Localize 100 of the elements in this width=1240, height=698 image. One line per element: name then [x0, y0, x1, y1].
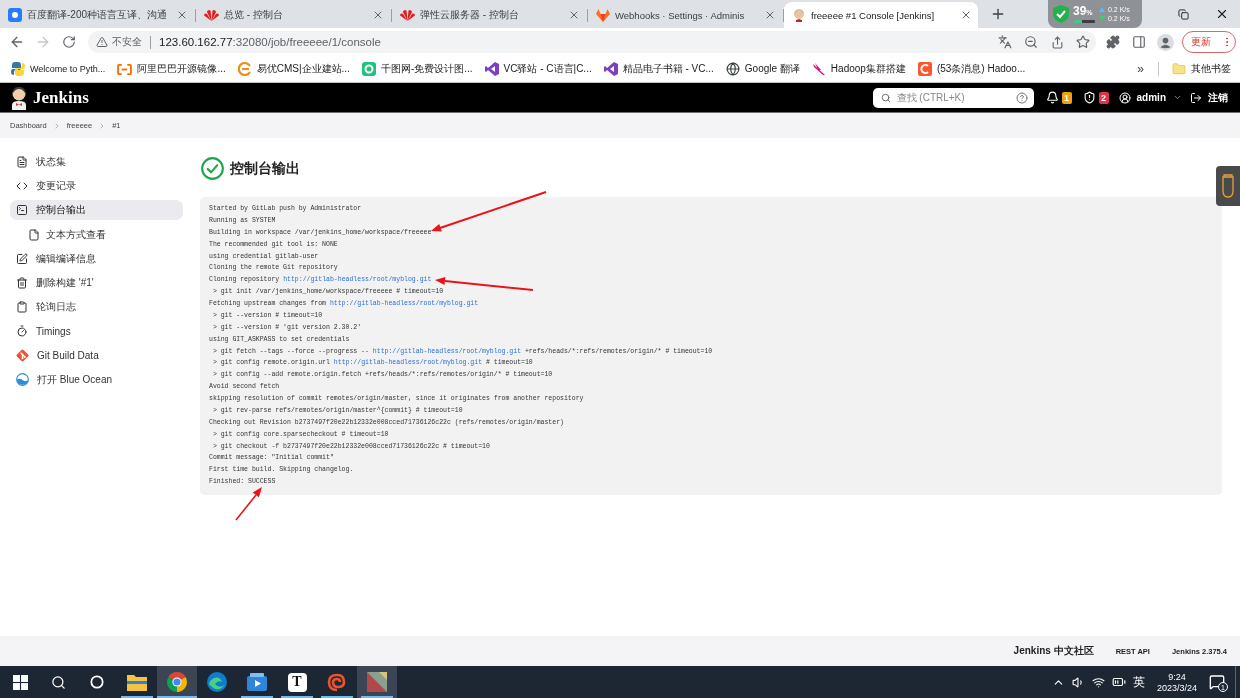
browser-tab[interactable]: freeeee #1 Console [Jenkins]: [784, 2, 978, 28]
browser-tab[interactable]: 百度翻译-200种语言互译、沟通: [0, 2, 194, 28]
bookmark-link[interactable]: Hadoop集群搭建: [808, 62, 909, 76]
bookmark-link[interactable]: Welcome to Pyth...: [8, 62, 109, 76]
close-icon[interactable]: [764, 9, 776, 21]
more-bookmarks-button[interactable]: »: [1133, 62, 1148, 76]
down-triangle-icon: [1099, 16, 1105, 21]
butler-favicon-icon: [792, 8, 806, 22]
battery-icon[interactable]: [1111, 675, 1126, 689]
clipboard-icon: [16, 301, 28, 314]
sidebar-item[interactable]: 删除构建 '#1': [10, 272, 183, 293]
tile-favicon-icon: [8, 8, 22, 22]
start-icon[interactable]: [12, 674, 28, 690]
share-icon[interactable]: [1050, 35, 1064, 49]
timer-icon: [16, 325, 28, 338]
logo-text[interactable]: Jenkins: [33, 87, 89, 108]
search-icon[interactable]: [51, 674, 66, 690]
logout-icon[interactable]: [1190, 91, 1202, 104]
close-icon[interactable]: [960, 9, 972, 21]
search-icon: [880, 92, 891, 103]
bookmark-link[interactable]: 千图网-免费设计图...: [358, 62, 476, 76]
chevron-down-icon[interactable]: [1173, 93, 1182, 102]
browser-tab[interactable]: 弹性云服务器 - 控制台: [392, 2, 586, 28]
warning-icon: [96, 36, 108, 48]
sidebar-item[interactable]: 编辑编译信息: [10, 248, 183, 269]
sidebar-item[interactable]: 文本方式查看: [10, 224, 183, 245]
petals-favicon-icon: [204, 8, 219, 22]
close-icon[interactable]: [372, 9, 384, 21]
git-diamond-icon: [16, 349, 29, 362]
sidebar-item[interactable]: 变更记录: [10, 176, 183, 197]
document-icon: [16, 156, 28, 168]
sidebar-item[interactable]: 轮询日志: [10, 297, 183, 318]
terminal-icon: [16, 204, 28, 217]
butler-logo-icon[interactable]: [10, 85, 28, 110]
petals-favicon-icon: [400, 8, 415, 22]
ribbon-logo-icon: [484, 62, 499, 76]
translate-icon[interactable]: [998, 35, 1012, 49]
clock-time: 9:24: [1168, 671, 1186, 682]
ring-icon[interactable]: [90, 675, 104, 689]
sidebar-item[interactable]: 打开 Blue Ocean: [10, 369, 183, 390]
footer-link[interactable]: Jenkins 中文社区: [1013, 644, 1094, 658]
edit-icon: [16, 252, 28, 265]
document-icon: [28, 228, 40, 241]
swirl-circle-icon: [207, 672, 227, 692]
new-tab-icon[interactable]: [990, 6, 1006, 22]
bookmark-link[interactable]: 精品电子书籍 - VC...: [600, 62, 717, 76]
arc-logo-icon: [917, 62, 932, 76]
update-button[interactable]: 更新: [1182, 31, 1236, 53]
address-bar[interactable]: 不安全 123.60.162.77:32080/job/freeeee/1/console: [88, 31, 1096, 53]
sidebar-item[interactable]: Git Build Data: [10, 345, 183, 366]
side-panel-icon[interactable]: [1132, 35, 1146, 49]
search-field[interactable]: 查找 (CTRL+K): [872, 87, 1034, 108]
bookmark-link[interactable]: 阿里巴巴开源镜像...: [114, 62, 229, 76]
bookmark-link[interactable]: VC驿站 - C语言|C...: [481, 62, 595, 76]
close-icon[interactable]: [176, 9, 188, 21]
square-logo-icon: [361, 62, 376, 76]
taskbar-app[interactable]: [357, 666, 397, 698]
sidebar-item[interactable]: Timings: [10, 321, 183, 342]
folder-icon: [1172, 62, 1186, 76]
shield-alert-icon[interactable]: [1082, 91, 1096, 104]
spiral-icon: [327, 672, 347, 692]
wifi-icon[interactable]: [1092, 675, 1106, 689]
browser-tab[interactable]: 总览 - 控制台: [196, 2, 390, 28]
tricolor-circle-icon: [167, 672, 187, 692]
logout-link[interactable]: 注销: [1208, 90, 1228, 105]
profile-icon[interactable]: [1156, 33, 1174, 51]
zoom-out-icon[interactable]: [1024, 35, 1038, 49]
extensions-icon[interactable]: [1106, 35, 1120, 49]
back-icon[interactable]: [9, 34, 25, 50]
taskbar-app[interactable]: [157, 666, 197, 698]
success-check-icon: [201, 157, 224, 180]
page-title: 控制台输出: [230, 159, 300, 178]
feather-icon: [811, 62, 826, 76]
taskbar-app[interactable]: T: [277, 666, 317, 698]
plug-icon[interactable]: [1216, 166, 1240, 206]
restore-icon[interactable]: [1177, 8, 1189, 20]
input-method-indicator[interactable]: 英: [1132, 673, 1145, 691]
security-chip[interactable]: 不安全: [96, 35, 142, 49]
sidebar-item[interactable]: 控制台输出: [10, 200, 183, 221]
ribbon-logo-icon: [603, 62, 618, 76]
clock-date: 2023/3/24: [1156, 682, 1197, 693]
sidebar-item[interactable]: 状态集: [10, 152, 183, 172]
bracket-logo-icon: [117, 63, 133, 75]
shield-check-icon: [1053, 5, 1069, 23]
close-window-icon[interactable]: [1215, 7, 1229, 21]
close-icon[interactable]: [568, 9, 580, 21]
bookmark-link[interactable]: 易优CMS|企业建站...: [234, 62, 353, 76]
bookmark-link[interactable]: Google 翻译: [722, 62, 803, 76]
usage-meter: [1073, 20, 1095, 23]
user-menu[interactable]: admin: [1136, 92, 1166, 103]
reload-icon[interactable]: [62, 35, 76, 49]
bookmark-link[interactable]: (53条消息) Hadoo...: [914, 62, 1029, 76]
wave-circle-icon: [16, 373, 29, 387]
star-icon[interactable]: [1076, 35, 1090, 49]
help-icon[interactable]: [1015, 91, 1028, 104]
app-logo-tile: T: [287, 672, 307, 692]
bell-icon[interactable]: [1045, 91, 1059, 104]
bookmark-folder[interactable]: 其他书签: [1169, 62, 1234, 76]
count-badge: 1: [1061, 91, 1072, 104]
browser-tab[interactable]: Webhooks · Settings · Adminis: [588, 2, 782, 28]
